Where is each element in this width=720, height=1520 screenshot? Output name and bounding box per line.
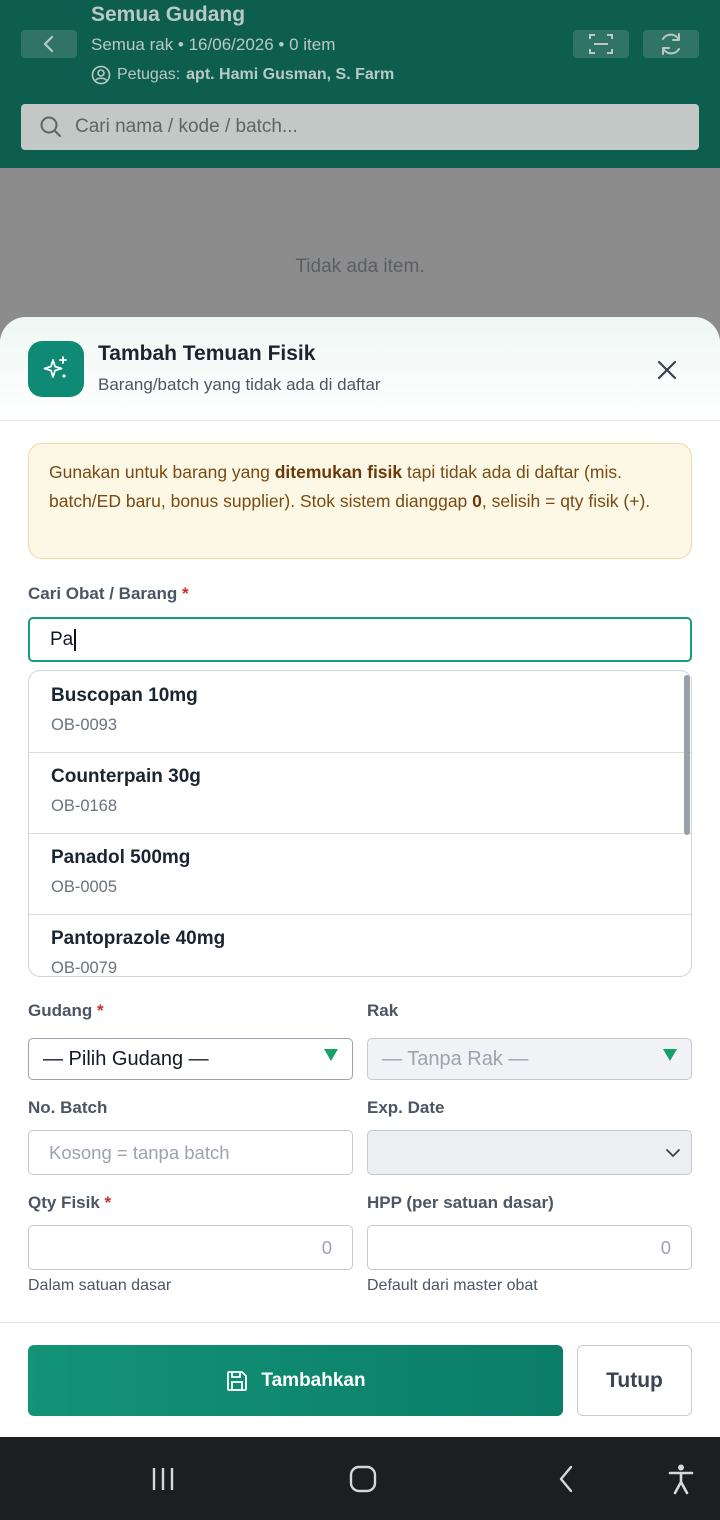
add-finding-sheet: Tambah Temuan Fisik Barang/batch yang ti… [0,317,720,1437]
sheet-subtitle: Barang/batch yang tidak ada di daftar [98,375,381,394]
warehouse-select-value: — Pilih Gudang — [43,1047,209,1070]
sheet-title: Tambah Temuan Fisik [98,342,316,365]
shelf-select[interactable]: — Tanpa Rak — [367,1038,692,1080]
suggestion-scrollbar[interactable] [684,675,690,835]
suggestion-item[interactable]: Pantoprazole 40mg OB-0079 [29,914,691,977]
hpp-placeholder: 0 [660,1236,671,1258]
back-icon [559,1465,573,1493]
home-icon [349,1465,377,1493]
add-button[interactable]: Tambahkan [28,1345,563,1416]
suggestion-item[interactable]: Panadol 500mg OB-0005 [29,833,691,915]
suggestion-list[interactable]: Buscopan 10mg OB-0093 Counterpain 30g OB… [28,670,692,977]
page-subtitle: Semua rak • 16/06/2026 • 0 item [91,35,336,54]
notice-bold-text: ditemukan fisik [274,462,403,482]
hpp-input[interactable]: 0 [367,1225,692,1270]
home-button[interactable] [343,1461,383,1497]
recent-apps-button[interactable] [143,1461,183,1497]
required-mark: * [182,584,189,603]
qty-placeholder: 0 [321,1236,332,1258]
label-text: Qty Fisik [28,1193,100,1212]
accessibility-button[interactable] [661,1461,701,1497]
suggestion-code: OB-0168 [51,797,118,815]
refresh-icon [662,33,680,55]
hpp-hint: Default dari master obat [367,1277,538,1294]
scan-icon [589,34,613,54]
qty-label: Qty Fisik * [28,1193,111,1213]
triangle-down-icon [324,1049,338,1061]
system-nav-bar [0,1437,720,1520]
exp-date-label: Exp. Date [367,1098,445,1117]
sheet-footer: Tambahkan Tutup [0,1322,720,1437]
recent-apps-icon [152,1468,174,1490]
suggestion-name: Buscopan 10mg [51,685,198,706]
sparkles-icon [43,356,67,378]
suggestion-name: Panadol 500mg [51,847,191,868]
accessibility-icon [668,1464,694,1495]
exp-date-select[interactable] [367,1130,692,1175]
search-value: Pa [50,628,74,650]
notice-text: , selisih = qty fisik (+). [481,491,651,511]
notice-text: Gunakan untuk barang yang [49,462,275,482]
label-text: Gudang [28,1001,93,1020]
suggestion-code: OB-0079 [51,959,118,977]
sheet-icon-badge [28,341,84,397]
chevron-down-icon [666,1149,680,1158]
suggestion-item[interactable]: Counterpain 30g OB-0168 [29,752,691,834]
save-icon [227,1370,248,1391]
triangle-down-icon [663,1049,677,1061]
close-icon [657,360,677,380]
empty-state-text: Tidak ada item. [295,256,425,277]
batch-label: No. Batch [28,1098,108,1117]
officer-line: Petugas: apt. Hami Gusman, S. Farm [91,65,394,85]
required-mark: * [104,1193,112,1212]
suggestion-name: Pantoprazole 40mg [51,928,226,949]
search-icon [40,116,61,137]
batch-placeholder: Kosong = tanpa batch [49,1141,230,1163]
batch-input[interactable]: Kosong = tanpa batch [28,1130,353,1175]
back-nav-button[interactable] [546,1461,586,1497]
qty-hint: Dalam satuan dasar [28,1277,172,1294]
search-placeholder: Cari nama / kode / batch... [75,116,298,137]
close-button[interactable] [650,353,684,387]
shelf-label: Rak [367,1001,399,1020]
notice-bold-text: 0 [472,491,482,511]
warehouse-select[interactable]: — Pilih Gudang — [28,1038,353,1080]
search-field-label: Cari Obat / Barang * [28,584,189,604]
search-input[interactable]: Cari nama / kode / batch... [21,104,699,150]
suggestion-name: Counterpain 30g [51,766,201,787]
required-mark: * [96,1001,104,1020]
shelf-select-value: — Tanpa Rak — [382,1047,529,1070]
qty-input[interactable]: 0 [28,1225,353,1270]
suggestion-code: OB-0093 [51,716,118,734]
suggestion-code: OB-0005 [51,878,118,896]
hpp-label: HPP (per satuan dasar) [367,1193,554,1212]
chevron-left-icon [43,35,54,53]
officer-label: Petugas: [117,66,181,83]
refresh-button[interactable] [643,30,699,58]
scan-button[interactable] [573,30,629,58]
sheet-header: Tambah Temuan Fisik Barang/batch yang ti… [0,317,720,421]
user-circle-icon [91,65,111,85]
label-text: Cari Obat / Barang [28,584,178,603]
text-caret [74,628,76,651]
warehouse-label: Gudang * [28,1001,104,1021]
add-button-label: Tambahkan [261,1369,366,1391]
app-header: Semua Gudang Semua rak • 16/06/2026 • 0 … [0,0,720,168]
page-title: Semua Gudang [91,3,246,26]
officer-name: apt. Hami Gusman, S. Farm [186,66,395,83]
suggestion-item[interactable]: Buscopan 10mg OB-0093 [29,671,691,753]
info-notice: Gunakan untuk barang yang ditemukan fisi… [28,443,692,559]
close-sheet-button[interactable]: Tutup [577,1345,692,1416]
medicine-search-input[interactable]: Pa [28,617,692,662]
back-button[interactable] [21,30,77,58]
